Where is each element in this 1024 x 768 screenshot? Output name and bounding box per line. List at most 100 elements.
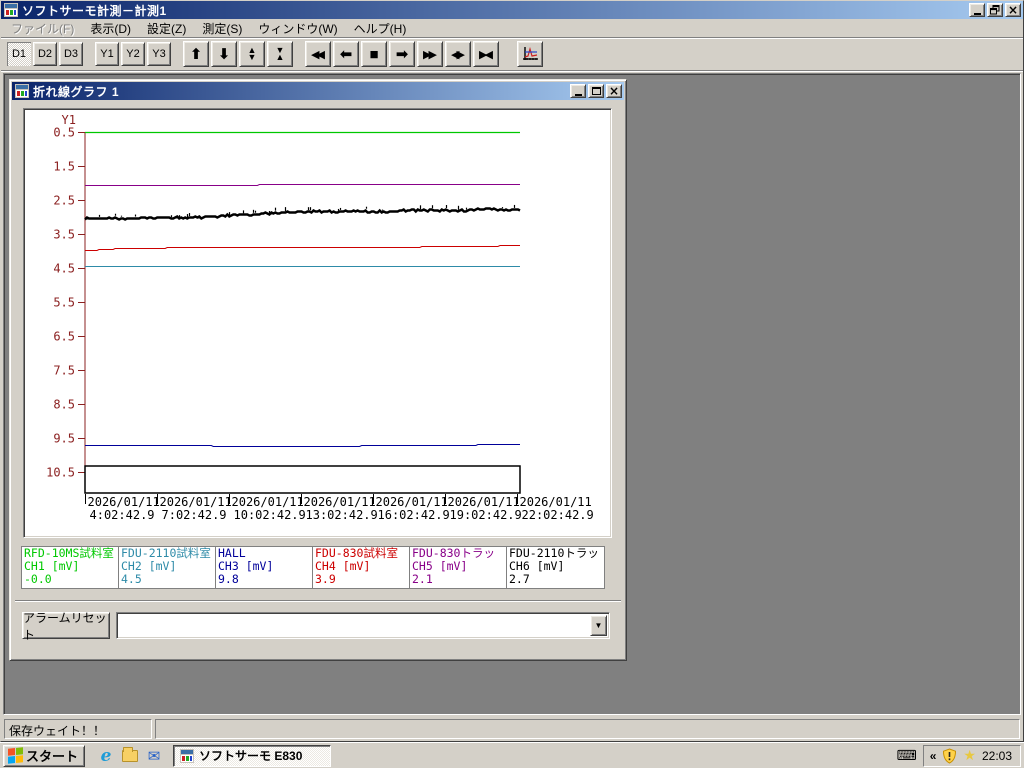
- graph-window-titlebar: 折れ線グラフ 1 ×: [12, 82, 624, 100]
- minimize-button[interactable]: [969, 3, 985, 17]
- tray-expand-icon[interactable]: «: [930, 749, 937, 763]
- alarm-reset-button[interactable]: アラームリセット: [22, 611, 110, 642]
- graph-close-button[interactable]: ×: [606, 84, 622, 98]
- security-shield-icon[interactable]: [942, 747, 957, 764]
- restore-icon: [990, 5, 1000, 15]
- svg-text:9.5: 9.5: [53, 432, 75, 446]
- combobox-value[interactable]: [117, 613, 588, 638]
- fast-rewind-button[interactable]: ◀◀: [305, 41, 331, 67]
- desktop: ソフトサーモ計測－計測1 × ファイル(F) 表示(D) 設定(Z) 測定(S)…: [0, 0, 1024, 768]
- svg-text:6.5: 6.5: [53, 330, 75, 344]
- start-label: スタート: [26, 749, 79, 764]
- keyboard-layout-icon[interactable]: ⌨: [897, 747, 917, 764]
- svg-text:22:02:42.9: 22:02:42.9: [522, 508, 594, 522]
- stop-icon: ■: [369, 45, 379, 63]
- window-title: ソフトサーモ計測－計測1: [22, 3, 167, 18]
- channel-legend: RFD-10MS試料室 CH1 [mV] -0.0 FDU-2110試料室 CH…: [21, 546, 605, 589]
- graph-window-icon: [15, 84, 29, 98]
- status-message: 保存ウェイト！！: [4, 719, 152, 739]
- step-right-button[interactable]: ➡: [389, 41, 415, 67]
- close-button[interactable]: ×: [1005, 3, 1021, 17]
- toolbar: D1 D2 D3 Y1 Y2 Y3 ⬆ ⬇ ▲ ▼ ▼ ▲ ◀◀ ⬅ ■ ➡ ▶▶ …: [1, 38, 1023, 71]
- minimize-icon: [973, 12, 981, 15]
- scroll-up-button[interactable]: ⬆: [183, 41, 209, 67]
- compress-horizontal-button[interactable]: ▶◀: [473, 41, 499, 67]
- y2-button[interactable]: Y2: [121, 42, 145, 66]
- fast-forward-button[interactable]: ▶▶: [417, 41, 443, 67]
- stop-button[interactable]: ■: [361, 41, 387, 67]
- internet-explorer-icon[interactable]: e: [97, 746, 115, 766]
- menu-help[interactable]: ヘルプ(H): [346, 18, 415, 39]
- graph-view-button[interactable]: [517, 41, 543, 67]
- main-titlebar: ソフトサーモ計測－計測1 ×: [1, 1, 1023, 19]
- legend-cell-ch4: FDU-830試料室 CH4 [mV] 3.9: [313, 547, 410, 588]
- menu-settings[interactable]: 設定(Z): [139, 18, 194, 39]
- svg-text:2026/01/11: 2026/01/11: [232, 495, 304, 509]
- task-app-icon: [180, 748, 195, 763]
- svg-text:2026/01/11: 2026/01/11: [160, 495, 232, 509]
- taskbar: スタート e ✉ ソフトサーモ E830 ⌨ « ★ 22:03: [0, 742, 1024, 768]
- step-right-icon: ➡: [395, 46, 409, 63]
- scroll-down-button[interactable]: ⬇: [211, 41, 237, 67]
- scroll-up-icon: ⬆: [189, 46, 203, 63]
- statusbar: 保存ウェイト！！: [3, 717, 1021, 741]
- expand-vertical-button[interactable]: ▲ ▼: [239, 41, 265, 67]
- step-left-button[interactable]: ⬅: [333, 41, 359, 67]
- legend-cell-ch3: HALL CH3 [mV] 9.8: [216, 547, 313, 588]
- y1-button[interactable]: Y1: [95, 42, 119, 66]
- legend-value: 4.5: [121, 572, 142, 586]
- legend-cell-ch2: FDU-2110試料室 CH2 [mV] 4.5: [119, 547, 216, 588]
- folder-icon[interactable]: [121, 746, 139, 765]
- scroll-down-icon: ⬇: [217, 46, 231, 63]
- graph-minimize-button[interactable]: [570, 84, 586, 98]
- restore-button[interactable]: [987, 3, 1003, 17]
- close-icon: ×: [1007, 2, 1019, 17]
- svg-text:2.5: 2.5: [53, 194, 75, 208]
- svg-text:10:02:42.9: 10:02:42.9: [234, 508, 306, 522]
- svg-text:2026/01/11: 2026/01/11: [88, 495, 160, 509]
- combobox-dropdown-button[interactable]: ▼: [590, 615, 607, 636]
- d3-button[interactable]: D3: [59, 42, 83, 66]
- task-label: ソフトサーモ E830: [199, 749, 303, 763]
- svg-text:19:02:42.9: 19:02:42.9: [450, 508, 522, 522]
- menu-measure[interactable]: 測定(S): [194, 18, 250, 39]
- svg-text:2026/01/11: 2026/01/11: [376, 495, 448, 509]
- line-chart: Y10.51.52.53.54.55.56.57.58.59.510.52026…: [46, 113, 594, 522]
- close-icon: ×: [608, 83, 620, 98]
- step-left-icon: ⬅: [339, 46, 353, 63]
- minimize-icon: [574, 93, 582, 96]
- start-button[interactable]: スタート: [3, 744, 86, 767]
- graph-icon: [522, 46, 538, 60]
- fast-rewind-icon: ◀◀: [311, 48, 325, 61]
- task-button-softthermo[interactable]: ソフトサーモ E830: [173, 744, 332, 767]
- star-tray-icon[interactable]: ★: [963, 747, 976, 764]
- menubar: ファイル(F) 表示(D) 設定(Z) 測定(S) ウィンドウ(W) ヘルプ(H…: [1, 19, 1023, 38]
- chart-panel: Y1 0.5 1.5 2.5 3.5 4.5 5.5 6.5 7.5 8.5 9.5 10.5 2026…: [23, 108, 612, 538]
- legend-value: 3.9: [315, 572, 336, 586]
- compress-vertical-icon: ▼ ▲: [275, 45, 285, 62]
- legend-value: -0.0: [24, 572, 52, 586]
- taskbar-clock: 22:03: [981, 748, 1012, 763]
- menu-window[interactable]: ウィンドウ(W): [250, 18, 345, 39]
- graph-maximize-button[interactable]: [588, 84, 604, 98]
- expand-horizontal-button[interactable]: ◀▶: [445, 41, 471, 67]
- maximize-icon: [591, 87, 601, 95]
- menu-view[interactable]: 表示(D): [82, 18, 139, 39]
- svg-text:7.5: 7.5: [53, 364, 75, 378]
- quick-launch: e ✉: [97, 746, 163, 766]
- d2-button[interactable]: D2: [33, 42, 57, 66]
- expand-vertical-icon: ▲ ▼: [247, 45, 257, 62]
- svg-text:2026/01/11: 2026/01/11: [520, 495, 592, 509]
- svg-text:1.5: 1.5: [53, 160, 75, 174]
- legend-cell-ch1: RFD-10MS試料室 CH1 [mV] -0.0: [22, 547, 119, 588]
- system-tray: « ★ 22:03: [922, 744, 1021, 767]
- compress-vertical-button[interactable]: ▼ ▲: [267, 41, 293, 67]
- svg-text:4.5: 4.5: [53, 262, 75, 276]
- svg-text:2026/01/11: 2026/01/11: [448, 495, 520, 509]
- menu-file[interactable]: ファイル(F): [3, 18, 82, 39]
- alarm-combobox[interactable]: ▼: [116, 612, 610, 639]
- d1-button[interactable]: D1: [7, 42, 31, 66]
- outlook-icon[interactable]: ✉: [145, 747, 163, 765]
- svg-text:16:02:42.9: 16:02:42.9: [378, 508, 450, 522]
- y3-button[interactable]: Y3: [147, 42, 171, 66]
